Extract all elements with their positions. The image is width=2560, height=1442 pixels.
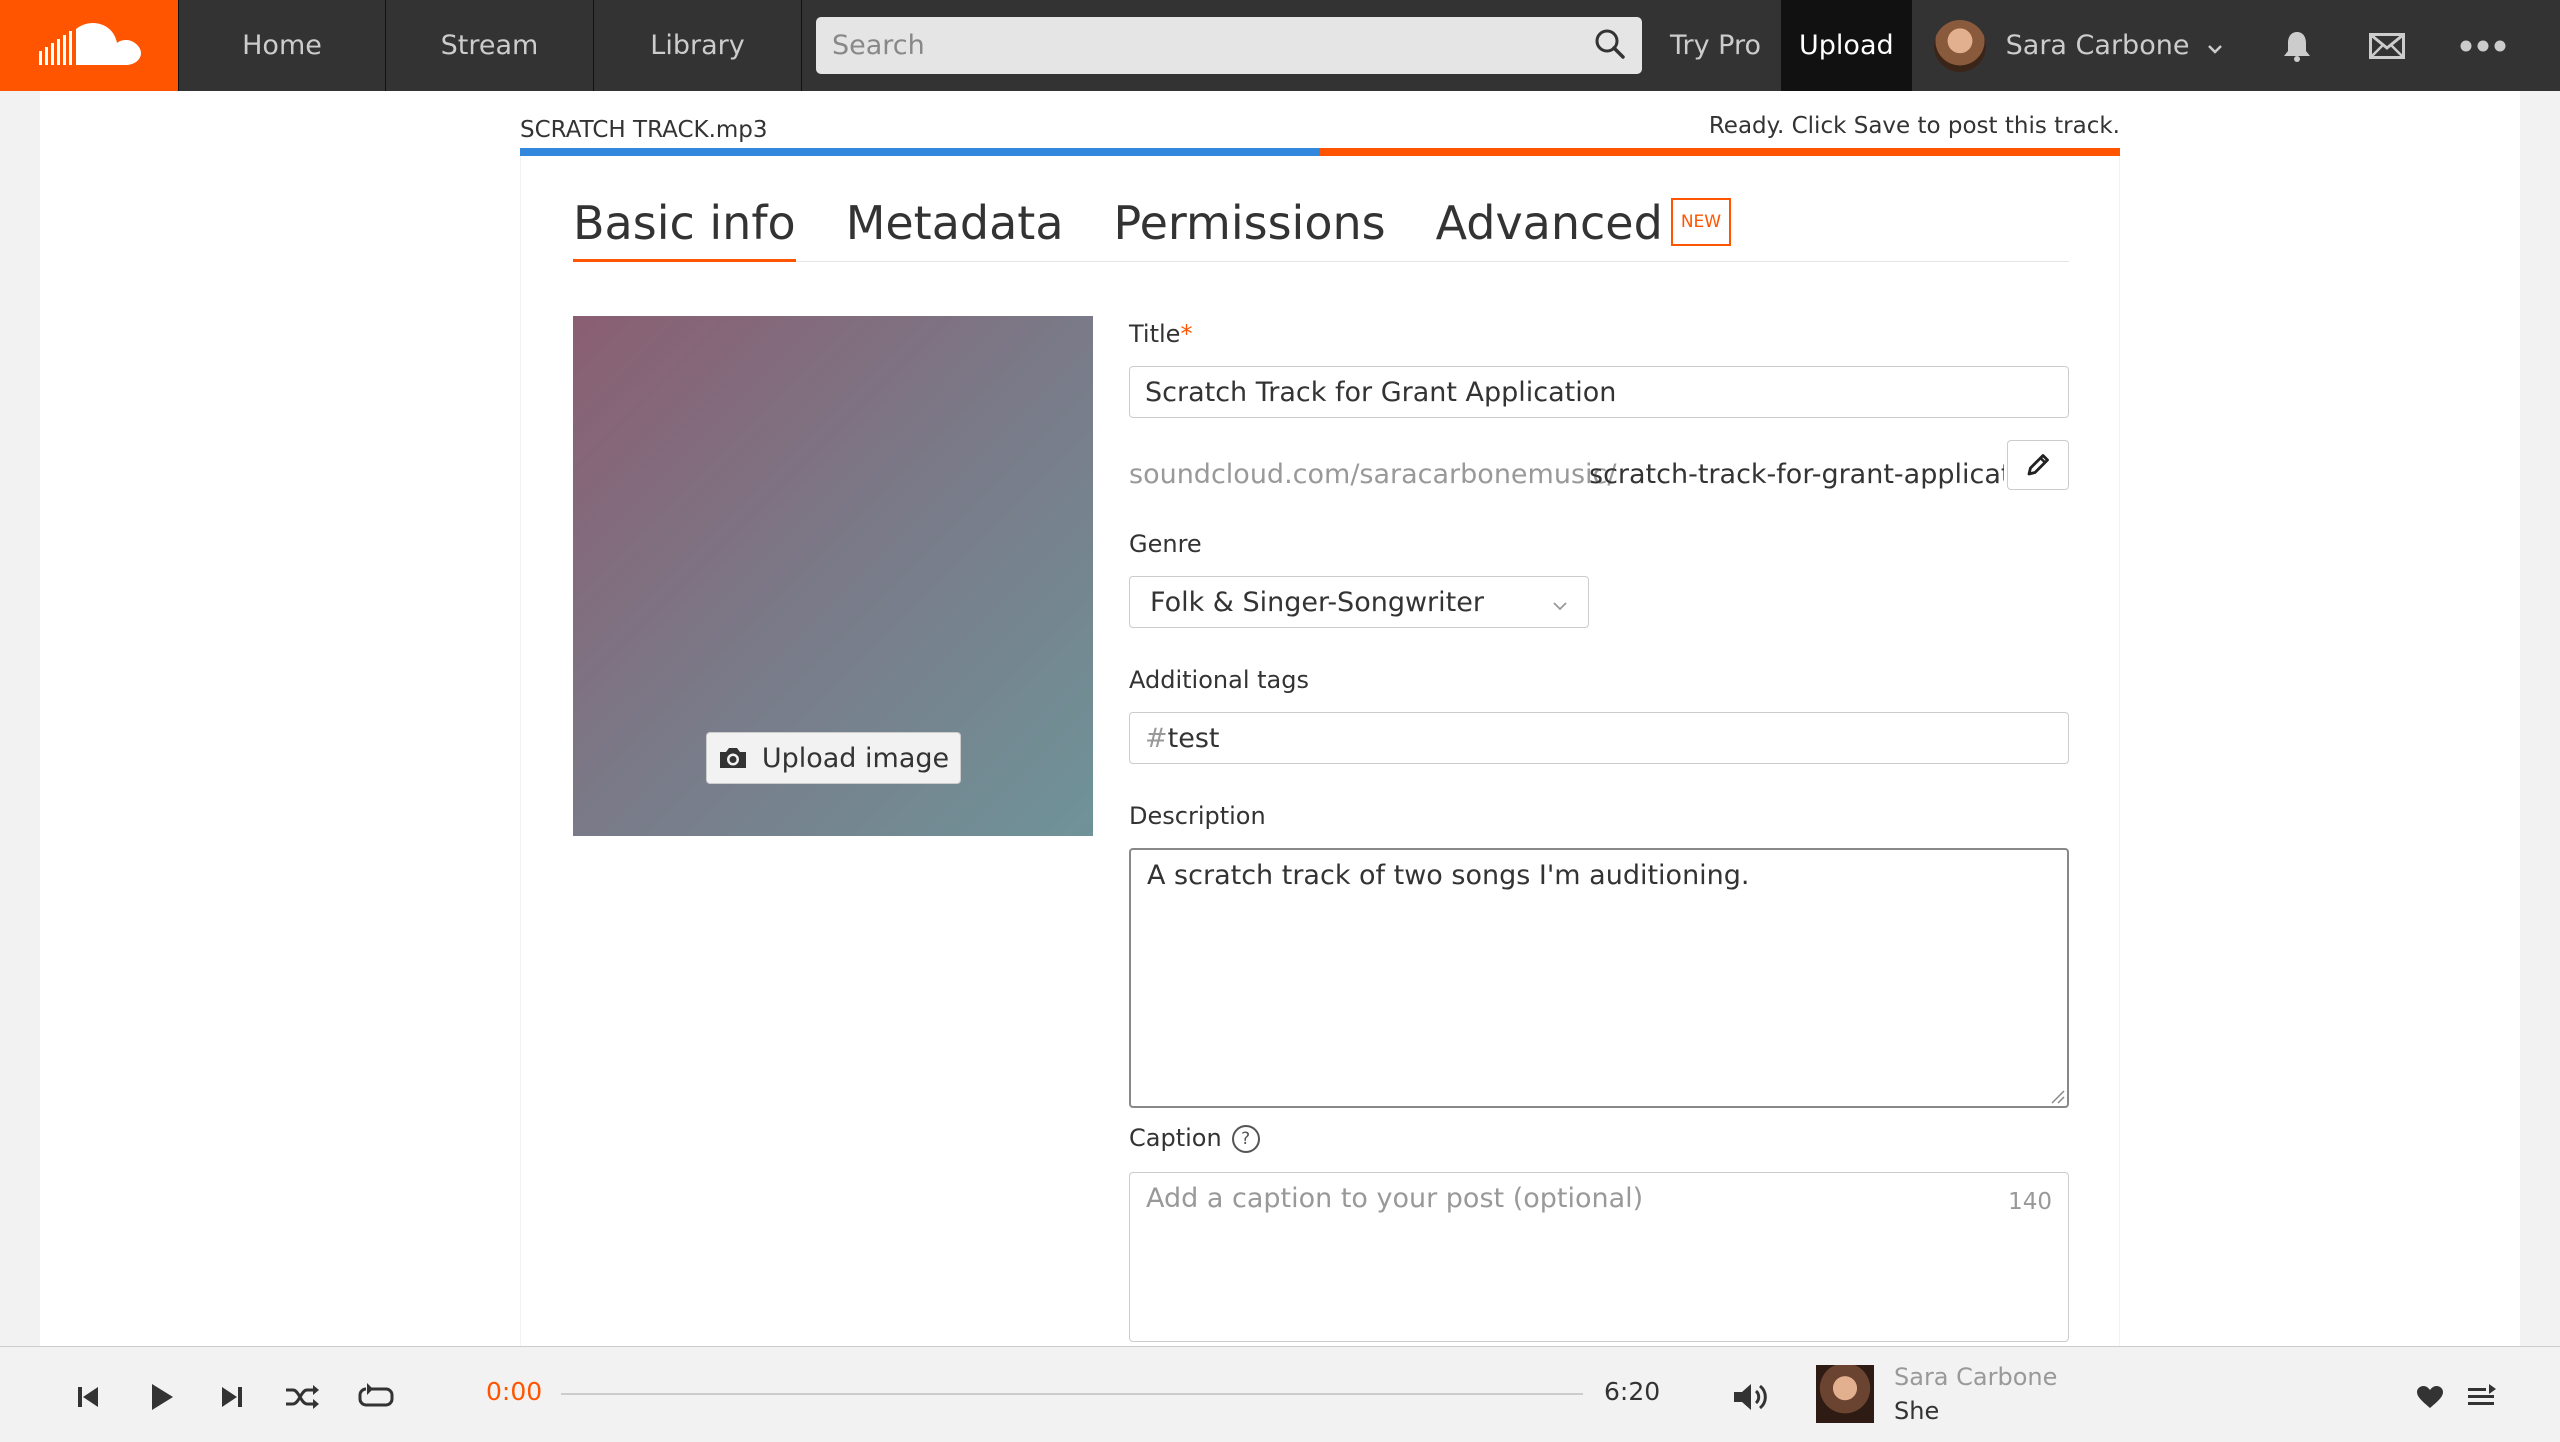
tag-hash: #: [1145, 722, 1168, 754]
like-heart-icon[interactable]: [2410, 1377, 2450, 1417]
previous-track-icon[interactable]: [68, 1377, 108, 1417]
required-mark: *: [1180, 320, 1193, 348]
edit-permalink-button[interactable]: [2007, 440, 2069, 490]
resize-grip-icon[interactable]: [2049, 1088, 2065, 1104]
chevron-down-icon: [2207, 30, 2223, 61]
try-pro-link[interactable]: Try Pro: [1670, 0, 1761, 91]
notifications-bell-icon[interactable]: [2275, 0, 2319, 91]
tag-value: test: [1167, 722, 1220, 754]
nav-stream[interactable]: Stream: [386, 0, 594, 91]
edit-tabs: Basic info Metadata Permissions Advanced…: [573, 196, 2069, 262]
caption-label-text: Caption: [1129, 1124, 1222, 1152]
genre-select[interactable]: Folk & Singer-Songwriter: [1129, 576, 1589, 628]
volume-icon[interactable]: [1732, 1377, 1772, 1417]
now-playing-artist[interactable]: Sara Carbone: [1894, 1363, 2057, 1391]
search-icon[interactable]: [1594, 28, 1626, 64]
camera-icon: [719, 748, 746, 768]
upload-image-label: Upload image: [761, 742, 950, 774]
permalink-slug: scratch-track-for-grant-application: [1589, 459, 2004, 490]
tab-permissions[interactable]: Permissions: [1114, 196, 1386, 262]
search-input[interactable]: [832, 30, 1594, 61]
search-box: [816, 17, 1642, 74]
nav-library[interactable]: Library: [594, 0, 802, 91]
upload-link[interactable]: Upload: [1781, 0, 1912, 91]
now-playing-artwork[interactable]: [1816, 1365, 1874, 1423]
tags-input[interactable]: # test: [1129, 712, 2069, 764]
user-menu[interactable]: Sara Carbone: [1924, 0, 2234, 91]
soundcloud-logo-icon[interactable]: [0, 0, 178, 91]
messages-mail-icon[interactable]: [2365, 0, 2409, 91]
upload-progress-bar: [520, 148, 2120, 156]
caption-label: Caption?: [1129, 1124, 1260, 1153]
genre-label: Genre: [1129, 530, 1202, 558]
upload-image-button[interactable]: Upload image: [706, 732, 961, 784]
top-navigation-bar: Home Stream Library Try Pro Upload Sara …: [0, 0, 2560, 91]
help-icon[interactable]: ?: [1231, 1125, 1260, 1153]
upload-page: SCRATCH TRACK.mp3 Ready. Click Save to p…: [40, 91, 2520, 1356]
repeat-icon[interactable]: [356, 1377, 396, 1417]
description-text: A scratch track of two songs I'm auditio…: [1147, 860, 1750, 891]
title-input[interactable]: [1129, 366, 2069, 418]
queue-list-icon[interactable]: [2462, 1377, 2502, 1417]
chevron-down-icon: [1552, 587, 1568, 618]
shuffle-icon[interactable]: [282, 1377, 322, 1417]
description-textarea[interactable]: A scratch track of two songs I'm auditio…: [1129, 848, 2069, 1108]
nav-home[interactable]: Home: [178, 0, 386, 91]
title-label: Title*: [1129, 320, 1192, 348]
playback-bar: 0:00 6:20 Sara Carbone She: [0, 1346, 2560, 1442]
upload-filename: SCRATCH TRACK.mp3: [520, 117, 768, 143]
upload-progress-fill: [520, 148, 1320, 156]
tags-label: Additional tags: [1129, 666, 1309, 694]
tab-metadata[interactable]: Metadata: [846, 196, 1064, 262]
now-playing-title[interactable]: She: [1894, 1397, 1939, 1425]
upload-file-row: SCRATCH TRACK.mp3 Ready. Click Save to p…: [520, 107, 2120, 147]
caption-placeholder: Add a caption to your post (optional): [1146, 1183, 1644, 1214]
avatar: [1933, 19, 1986, 72]
caption-textarea[interactable]: Add a caption to your post (optional) 14…: [1129, 1172, 2069, 1342]
user-name: Sara Carbone: [2005, 30, 2190, 61]
tab-advanced[interactable]: Advanced: [1436, 196, 1663, 262]
caption-char-counter: 140: [2008, 1189, 2052, 1215]
new-badge: NEW: [1670, 198, 1732, 246]
track-artwork: Upload image: [573, 316, 1093, 836]
description-label: Description: [1129, 802, 1266, 830]
track-edit-card: Basic info Metadata Permissions Advanced…: [520, 156, 2120, 1356]
playback-progress-bar[interactable]: [561, 1393, 1583, 1395]
pencil-icon: [2027, 454, 2049, 476]
total-time: 6:20: [1604, 1377, 1661, 1406]
upload-status: Ready. Click Save to post this track.: [1708, 113, 2120, 139]
next-track-icon[interactable]: [212, 1377, 252, 1417]
permalink-prefix: soundcloud.com/saracarbonemusic/: [1129, 459, 1617, 490]
genre-value: Folk & Singer-Songwriter: [1150, 586, 1484, 618]
current-time: 0:00: [486, 1377, 543, 1406]
tab-basic-info[interactable]: Basic info: [573, 196, 796, 262]
title-label-text: Title: [1129, 320, 1181, 348]
more-options-icon[interactable]: [2455, 0, 2511, 91]
play-icon[interactable]: [142, 1377, 182, 1417]
